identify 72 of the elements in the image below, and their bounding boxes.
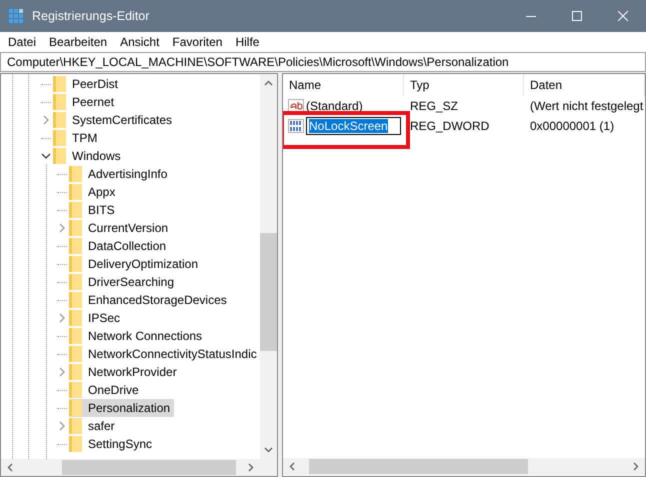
tree-item[interactable]: DeliveryOptimization [69, 255, 202, 273]
tree-item[interactable]: Windows [53, 147, 125, 165]
column-header[interactable]: Daten [524, 74, 645, 96]
tree-item[interactable]: PeerDist [53, 75, 122, 93]
value-data: (Wert nicht festgelegt [529, 98, 644, 115]
column-header[interactable]: Typ [404, 74, 524, 96]
scroll-left-icon[interactable] [289, 462, 295, 471]
tree-item[interactable]: CurrentVersion [69, 219, 172, 237]
tree-item[interactable]: Network Connections [69, 327, 206, 345]
menu-item[interactable]: Hilfe [229, 35, 266, 49]
folder-icon [69, 166, 82, 182]
tree-item[interactable]: NetworkProvider [69, 363, 181, 381]
tree-item[interactable]: OneDrive [69, 381, 143, 399]
menu-item[interactable]: Favoriten [166, 35, 230, 49]
tree-item[interactable]: DriverSearching [69, 273, 178, 291]
folder-icon [53, 76, 66, 92]
tree-item[interactable]: AdvertisingInfo [69, 165, 172, 183]
value-type: REG_SZ [409, 98, 460, 115]
folder-icon [69, 328, 82, 344]
tree-item[interactable]: SettingSync [69, 435, 156, 453]
value-data: 0x00000001 (1) [529, 118, 616, 135]
folder-icon [69, 418, 82, 434]
folder-icon [69, 310, 82, 326]
tree-item[interactable]: IPSec [69, 309, 124, 327]
vertical-scrollbar[interactable] [260, 74, 277, 459]
menu-item[interactable]: Bearbeiten [43, 35, 114, 49]
column-header[interactable]: Name [283, 74, 404, 96]
scroll-right-icon[interactable] [633, 462, 639, 471]
registry-icon [8, 8, 24, 24]
scroll-right-icon[interactable] [248, 463, 254, 472]
folder-icon [69, 436, 82, 452]
scroll-left-icon[interactable] [7, 463, 13, 472]
folder-icon [69, 274, 82, 290]
folder-icon [69, 400, 82, 416]
folder-icon [69, 202, 82, 218]
binary-value-icon [288, 119, 304, 133]
value-type: REG_DWORD [409, 118, 490, 135]
folder-icon [69, 292, 82, 308]
string-value-icon [288, 99, 304, 113]
folder-icon [69, 364, 82, 380]
folder-icon [69, 238, 82, 254]
tree-item[interactable]: Personalization [69, 399, 174, 417]
scroll-up-icon[interactable] [264, 80, 273, 86]
horizontal-scrollbar[interactable] [283, 458, 645, 475]
maximize-icon [572, 11, 582, 21]
folder-icon [53, 130, 66, 146]
folder-icon [53, 112, 66, 128]
window-title: Registrierungs-Editor [32, 9, 150, 23]
folder-icon [69, 256, 82, 272]
tree-item[interactable]: DataCollection [69, 237, 170, 255]
menu-item[interactable]: Ansicht [114, 35, 166, 49]
folder-icon [69, 382, 82, 398]
value-name: (Standard) [306, 99, 363, 113]
tree-item[interactable]: NetworkConnectivityStatusIndic [69, 345, 260, 363]
tree-item[interactable]: SystemCertificates [53, 111, 176, 129]
folder-icon [69, 220, 82, 236]
folder-icon [53, 94, 66, 110]
scroll-down-icon[interactable] [264, 447, 273, 453]
rename-field[interactable]: NoLockScreen [306, 117, 401, 135]
horizontal-scrollbar[interactable] [1, 459, 260, 476]
tree-item[interactable]: EnhancedStorageDevices [69, 291, 231, 309]
address-field[interactable]: Computer\HKEY_LOCAL_MACHINE\SOFTWARE\Policies\Microsoft\Windows\Personalization [0, 52, 646, 72]
menu-item[interactable]: Datei [2, 35, 44, 49]
folder-icon [53, 148, 66, 164]
close-icon [618, 11, 628, 21]
tree-item[interactable]: Appx [69, 183, 120, 201]
tree-item[interactable]: Peernet [53, 93, 118, 111]
tree-item[interactable]: safer [69, 417, 119, 435]
folder-icon [69, 346, 82, 362]
tree-item[interactable]: BITS [69, 201, 119, 219]
folder-icon [69, 184, 82, 200]
tree-item[interactable]: TPM [53, 129, 102, 147]
